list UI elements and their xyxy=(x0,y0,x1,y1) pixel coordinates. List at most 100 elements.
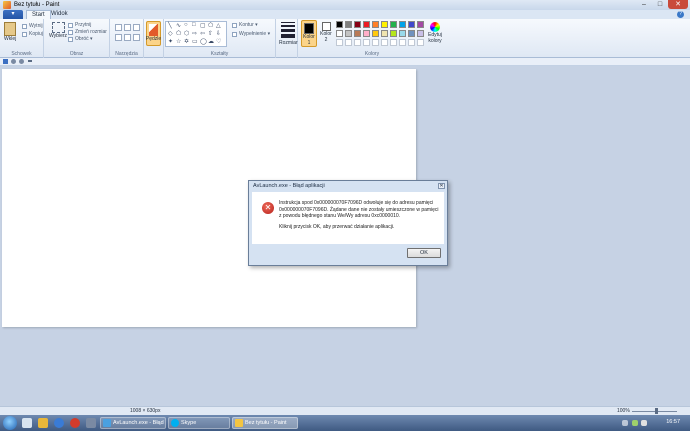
color-swatch[interactable] xyxy=(399,30,406,37)
shapes-gallery[interactable]: ╲ ∿ ○ □ ▢ ⬠ △ ◇ ⬠ ⬡ ⇨ ⇦ ⇧ ⇩ ✦ ☆ ✡ ▭ ◯ ☁ … xyxy=(165,21,227,47)
four-point-star-shape-icon[interactable]: ✦ xyxy=(168,38,173,45)
color-swatch[interactable] xyxy=(345,30,352,37)
custom-color-slot[interactable] xyxy=(336,39,343,46)
volume-tray-icon[interactable] xyxy=(641,420,647,426)
taskbar-task-skype[interactable]: Skype xyxy=(168,417,230,429)
oval-shape-icon[interactable]: ○ xyxy=(184,22,188,28)
custom-color-slot[interactable] xyxy=(381,39,388,46)
crop-button[interactable]: Przytnij xyxy=(68,22,91,28)
media-player-taskbar-icon[interactable] xyxy=(54,418,64,428)
folder-taskbar-icon[interactable] xyxy=(38,418,48,428)
polygon-shape-icon[interactable]: ⬠ xyxy=(208,22,213,29)
fill-dropdown[interactable]: Wypełnienie ▾ xyxy=(232,31,270,37)
color-swatch[interactable] xyxy=(336,21,343,28)
triangle-shape-icon[interactable]: △ xyxy=(216,22,221,29)
color-swatch[interactable] xyxy=(363,30,370,37)
brushes-button[interactable]: Pędzle xyxy=(146,21,161,46)
magnifier-tool-icon[interactable] xyxy=(133,34,140,41)
cloud-callout-shape-icon[interactable]: ☁ xyxy=(208,38,214,45)
tray-expand-icon[interactable] xyxy=(622,420,628,426)
ok-button[interactable]: OK xyxy=(407,248,441,258)
arrow-right-shape-icon[interactable]: ⇨ xyxy=(192,30,197,37)
color-swatch[interactable] xyxy=(417,21,424,28)
ribbon-tabs: ▾ Start Widok ? xyxy=(0,10,690,19)
color-swatch[interactable] xyxy=(390,30,397,37)
taskbar-task-avlaunch[interactable]: AvLaunch.exe - Błąd ... xyxy=(100,417,166,431)
zoom-slider-thumb[interactable] xyxy=(655,408,658,414)
color-swatch[interactable] xyxy=(408,21,415,28)
color-swatch[interactable] xyxy=(345,21,352,28)
rounded-rectangle-shape-icon[interactable]: ▢ xyxy=(200,22,206,29)
fill-tool-icon[interactable] xyxy=(124,24,131,31)
color-swatch[interactable] xyxy=(354,21,361,28)
color-swatch[interactable] xyxy=(399,21,406,28)
rectangle-shape-icon[interactable]: □ xyxy=(192,22,196,28)
maximize-button[interactable]: □ xyxy=(652,0,668,9)
color-swatch[interactable] xyxy=(408,30,415,37)
color-swatch[interactable] xyxy=(336,30,343,37)
outline-dropdown[interactable]: Kontur ▾ xyxy=(232,22,258,28)
size-button[interactable]: Rozmiar xyxy=(279,22,298,46)
arrow-down-shape-icon[interactable]: ⇩ xyxy=(216,30,221,37)
eraser-tool-icon[interactable] xyxy=(115,34,122,41)
start-button[interactable] xyxy=(3,416,17,430)
color-swatch[interactable] xyxy=(354,30,361,37)
color-picker-tool-icon[interactable] xyxy=(124,34,131,41)
custom-color-slot[interactable] xyxy=(417,39,424,46)
color-swatch[interactable] xyxy=(372,30,379,37)
paste-button[interactable]: Wklej xyxy=(4,22,16,42)
taskbar-task-paint[interactable]: Bez tytułu - Paint xyxy=(232,417,298,429)
pencil-tool-icon[interactable] xyxy=(115,24,122,31)
cut-button[interactable]: Wytnij xyxy=(22,23,43,29)
custom-color-slot[interactable] xyxy=(408,39,415,46)
custom-color-slot[interactable] xyxy=(390,39,397,46)
customize-toolbar-icon[interactable] xyxy=(28,60,32,63)
color-swatch[interactable] xyxy=(417,30,424,37)
explorer-taskbar-icon[interactable] xyxy=(22,418,32,428)
redo-icon[interactable] xyxy=(19,59,24,64)
undo-icon[interactable] xyxy=(11,59,16,64)
custom-color-slot[interactable] xyxy=(363,39,370,46)
color-swatch[interactable] xyxy=(363,21,370,28)
select-button[interactable]: Wybierz xyxy=(49,22,67,39)
app-taskbar-icon[interactable] xyxy=(86,418,96,428)
custom-color-slot[interactable] xyxy=(372,39,379,46)
dialog-body: ✕ Instrukcja spod 0x000000070F7096D odwo… xyxy=(252,192,444,244)
rotate-button[interactable]: Obróć ▾ xyxy=(68,36,93,42)
color-swatch[interactable] xyxy=(372,21,379,28)
diamond-shape-icon[interactable]: ◇ xyxy=(168,30,173,37)
help-icon[interactable]: ? xyxy=(677,11,684,18)
heart-shape-icon[interactable]: ♡ xyxy=(216,38,221,45)
opera-taskbar-icon[interactable] xyxy=(70,418,80,428)
color-swatch[interactable] xyxy=(381,21,388,28)
dialog-close-button[interactable]: ✕ xyxy=(438,183,445,189)
color1-button[interactable]: Kolor 1 xyxy=(301,20,317,47)
curve-shape-icon[interactable]: ∿ xyxy=(176,22,181,29)
arrow-up-shape-icon[interactable]: ⇧ xyxy=(208,30,213,37)
line-shape-icon[interactable]: ╲ xyxy=(168,22,172,29)
custom-color-slot[interactable] xyxy=(345,39,352,46)
minimize-button[interactable]: – xyxy=(636,0,652,9)
hexagon-shape-icon[interactable]: ⬡ xyxy=(184,30,189,37)
text-tool-icon[interactable] xyxy=(133,24,140,31)
save-icon[interactable] xyxy=(3,59,8,64)
pentagon-shape-icon[interactable]: ⬠ xyxy=(176,30,181,37)
custom-color-slot[interactable] xyxy=(354,39,361,46)
callout-shape-icon[interactable]: ▭ xyxy=(192,38,198,45)
edit-colors-button[interactable]: Edytuj kolory xyxy=(426,22,444,44)
tab-view[interactable]: Widok xyxy=(46,10,73,19)
network-tray-icon[interactable] xyxy=(632,420,638,426)
custom-color-slot[interactable] xyxy=(399,39,406,46)
color-swatch[interactable] xyxy=(390,21,397,28)
resize-button[interactable]: Zmień rozmiar xyxy=(68,29,107,35)
color2-button[interactable]: Kolor 2 xyxy=(319,22,333,43)
color-swatch[interactable] xyxy=(381,30,388,37)
five-point-star-shape-icon[interactable]: ☆ xyxy=(176,38,181,45)
file-menu-button[interactable]: ▾ xyxy=(3,10,23,19)
oval-callout-shape-icon[interactable]: ◯ xyxy=(200,38,207,45)
arrow-left-shape-icon[interactable]: ⇦ xyxy=(200,30,205,37)
six-point-star-shape-icon[interactable]: ✡ xyxy=(184,38,189,45)
close-button[interactable]: ✕ xyxy=(668,0,688,9)
taskbar-clock[interactable]: 16:57 xyxy=(666,419,680,425)
copy-button[interactable]: Kopiuj xyxy=(22,31,43,37)
